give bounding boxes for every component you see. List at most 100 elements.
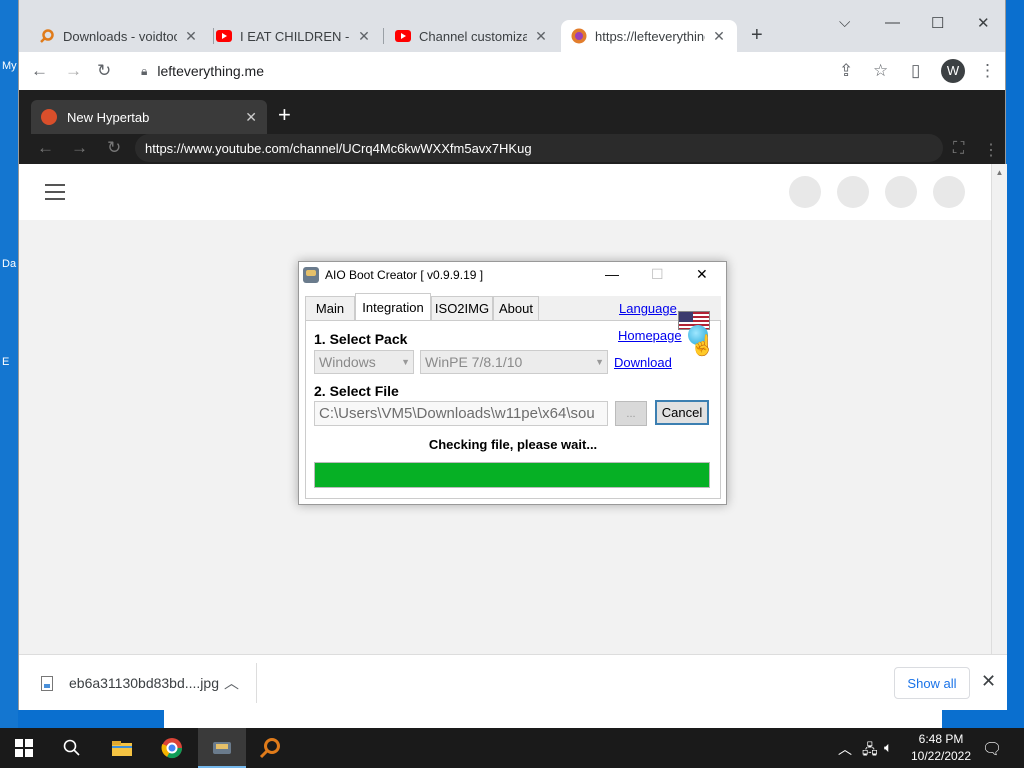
- minimize-button[interactable]: —: [885, 14, 900, 31]
- hypertab-tab-title: New Hypertab: [67, 109, 150, 125]
- desktop-label-1[interactable]: My: [2, 60, 17, 72]
- downloads-bar: eb6a31130bd83bd....jpg ︿ Show all ✕: [19, 654, 1007, 710]
- hypertab-address-bar[interactable]: https://www.youtube.com/channel/UCrq4Mc6…: [135, 134, 943, 162]
- hand-cursor-icon: ☝: [690, 335, 715, 357]
- reload-icon[interactable]: ↻: [107, 138, 121, 158]
- select-pack-label: 1. Select Pack: [314, 331, 408, 347]
- notification-icon[interactable]: 🗨︎: [982, 739, 1002, 759]
- pack-os-value: Windows: [319, 354, 376, 370]
- new-hypertab-button[interactable]: +: [278, 102, 291, 128]
- header-placeholder-circle: [789, 176, 821, 208]
- hypertab-tab[interactable]: New Hypertab ✕: [31, 100, 267, 134]
- header-placeholder-circle: [933, 176, 965, 208]
- tab-youtube-video[interactable]: I EAT CHILDREN - YouTube ✕: [206, 20, 382, 52]
- menu-kebab-icon[interactable]: ⋮: [979, 61, 996, 81]
- file-explorer-icon[interactable]: [98, 728, 146, 768]
- app-icon: [303, 267, 319, 283]
- tab-channel-customization[interactable]: Channel customization ✕: [385, 20, 559, 52]
- progress-bar: [314, 462, 710, 488]
- aio-boot-taskbar-icon[interactable]: [198, 728, 246, 768]
- forward-arrow-icon[interactable]: →: [65, 61, 82, 81]
- browser-toolbar: ← → ↻ 🔒︎ lefteverything.me ⇪ ☆ ▯ W ⋮: [19, 52, 1005, 90]
- page-scrollbar[interactable]: ▲: [991, 164, 1007, 654]
- youtube-icon: [216, 28, 232, 44]
- minimize-button[interactable]: —: [605, 266, 619, 282]
- reload-icon[interactable]: ↻: [97, 61, 111, 81]
- dialog-body: Main Integration ISO2IMG About Language …: [305, 293, 721, 499]
- header-placeholder-circle: [885, 176, 917, 208]
- dialog-title: AIO Boot Creator [ v0.9.9.19 ]: [325, 268, 484, 282]
- integration-panel: 1. Select Pack Homepage ☝ Windows ▼ WinP…: [305, 311, 721, 499]
- menu-kebab-icon[interactable]: ⋮: [983, 140, 999, 160]
- search-icon[interactable]: [48, 728, 96, 768]
- hypertab-icon: [571, 28, 587, 44]
- side-panel-icon[interactable]: ▯: [911, 61, 920, 81]
- cancel-button[interactable]: Cancel: [655, 400, 709, 425]
- homepage-link[interactable]: Homepage: [618, 328, 682, 343]
- close-icon[interactable]: ✕: [183, 28, 199, 45]
- back-arrow-icon[interactable]: ←: [31, 61, 48, 81]
- tab-downloads[interactable]: Downloads - voidtools ✕: [29, 20, 209, 52]
- windows-logo-icon: [15, 739, 33, 757]
- chrome-icon[interactable]: [148, 728, 196, 768]
- hypertab-address-text: https://www.youtube.com/channel/UCrq4Mc6…: [145, 140, 532, 156]
- image-file-icon: [41, 675, 53, 691]
- tab-iso2img[interactable]: ISO2IMG: [431, 296, 493, 320]
- volume-icon[interactable]: 🔈︎: [884, 739, 892, 756]
- pack-type-select[interactable]: WinPE 7/8.1/10 ▼: [420, 350, 608, 374]
- tab-separator: [383, 28, 384, 44]
- close-icon[interactable]: ✕: [711, 28, 727, 45]
- pack-os-select[interactable]: Windows ▼: [314, 350, 414, 374]
- close-icon[interactable]: ✕: [356, 28, 372, 45]
- tab-search-chevron-icon[interactable]: ⌵: [839, 14, 850, 31]
- start-button[interactable]: [0, 728, 48, 768]
- everything-search-icon[interactable]: [246, 728, 294, 768]
- avatar[interactable]: W: [941, 59, 965, 83]
- progress-fill: [315, 463, 709, 487]
- download-filename: eb6a31130bd83bd....jpg: [69, 675, 219, 691]
- status-text: Checking file, please wait...: [428, 437, 598, 452]
- tab-title: I EAT CHILDREN - YouTube: [240, 28, 350, 44]
- chevron-down-icon: ▼: [595, 357, 604, 367]
- browse-button[interactable]: ...: [615, 401, 647, 426]
- new-tab-button[interactable]: +: [751, 24, 763, 47]
- tab-integration[interactable]: Integration: [355, 293, 431, 320]
- network-icon[interactable]: 🖧︎: [862, 739, 878, 763]
- close-icon[interactable]: ✕: [245, 109, 257, 126]
- back-arrow-icon[interactable]: ←: [37, 138, 54, 158]
- youtube-icon: [395, 28, 411, 44]
- clock-time: 6:48 PM: [918, 732, 964, 746]
- tab-lefteverything[interactable]: https://lefteverything.me ✕: [561, 20, 737, 52]
- close-button[interactable]: ✕: [696, 266, 708, 283]
- download-item[interactable]: eb6a31130bd83bd....jpg: [41, 675, 219, 691]
- desktop-label-3[interactable]: E: [2, 356, 9, 368]
- maximize-button[interactable]: ☐: [651, 266, 664, 283]
- hamburger-menu-icon[interactable]: [45, 184, 65, 200]
- system-clock[interactable]: 6:48 PM 10/22/2022: [908, 731, 974, 765]
- aio-boot-creator-dialog: AIO Boot Creator [ v0.9.9.19 ] — ☐ ✕ Mai…: [298, 261, 727, 505]
- fullscreen-icon[interactable]: ⛶: [953, 140, 964, 158]
- bookmark-star-icon[interactable]: ☆: [873, 61, 888, 81]
- close-window-button[interactable]: ✕: [977, 14, 990, 32]
- close-icon[interactable]: ✕: [533, 28, 549, 45]
- tab-main[interactable]: Main: [305, 296, 355, 320]
- share-icon[interactable]: ⇪: [839, 61, 853, 81]
- language-link[interactable]: Language: [619, 301, 677, 316]
- scroll-up-arrow-icon[interactable]: ▲: [992, 168, 1007, 177]
- maximize-button[interactable]: ☐: [931, 14, 944, 32]
- youtube-header: [19, 164, 991, 220]
- file-path-field[interactable]: C:\Users\VM5\Downloads\w11pe\x64\sou: [314, 401, 608, 426]
- chevron-up-icon[interactable]: ︿: [224, 672, 239, 693]
- lock-icon[interactable]: 🔒︎: [141, 64, 147, 79]
- show-all-button[interactable]: Show all: [894, 667, 970, 699]
- divider: [256, 663, 257, 703]
- tab-title: Channel customization: [419, 28, 527, 44]
- chevron-up-icon[interactable]: ︿: [838, 739, 852, 759]
- address-text: lefteverything.me: [157, 63, 264, 79]
- taskbar: ︿ 🖧︎ 🔈︎ 6:48 PM 10/22/2022 🗨︎: [0, 728, 1024, 768]
- desktop-label-2[interactable]: Da: [2, 258, 16, 270]
- download-link[interactable]: Download: [614, 355, 672, 370]
- close-downloads-icon[interactable]: ✕: [981, 671, 996, 692]
- forward-arrow-icon[interactable]: →: [71, 138, 88, 158]
- tab-about[interactable]: About: [493, 296, 539, 320]
